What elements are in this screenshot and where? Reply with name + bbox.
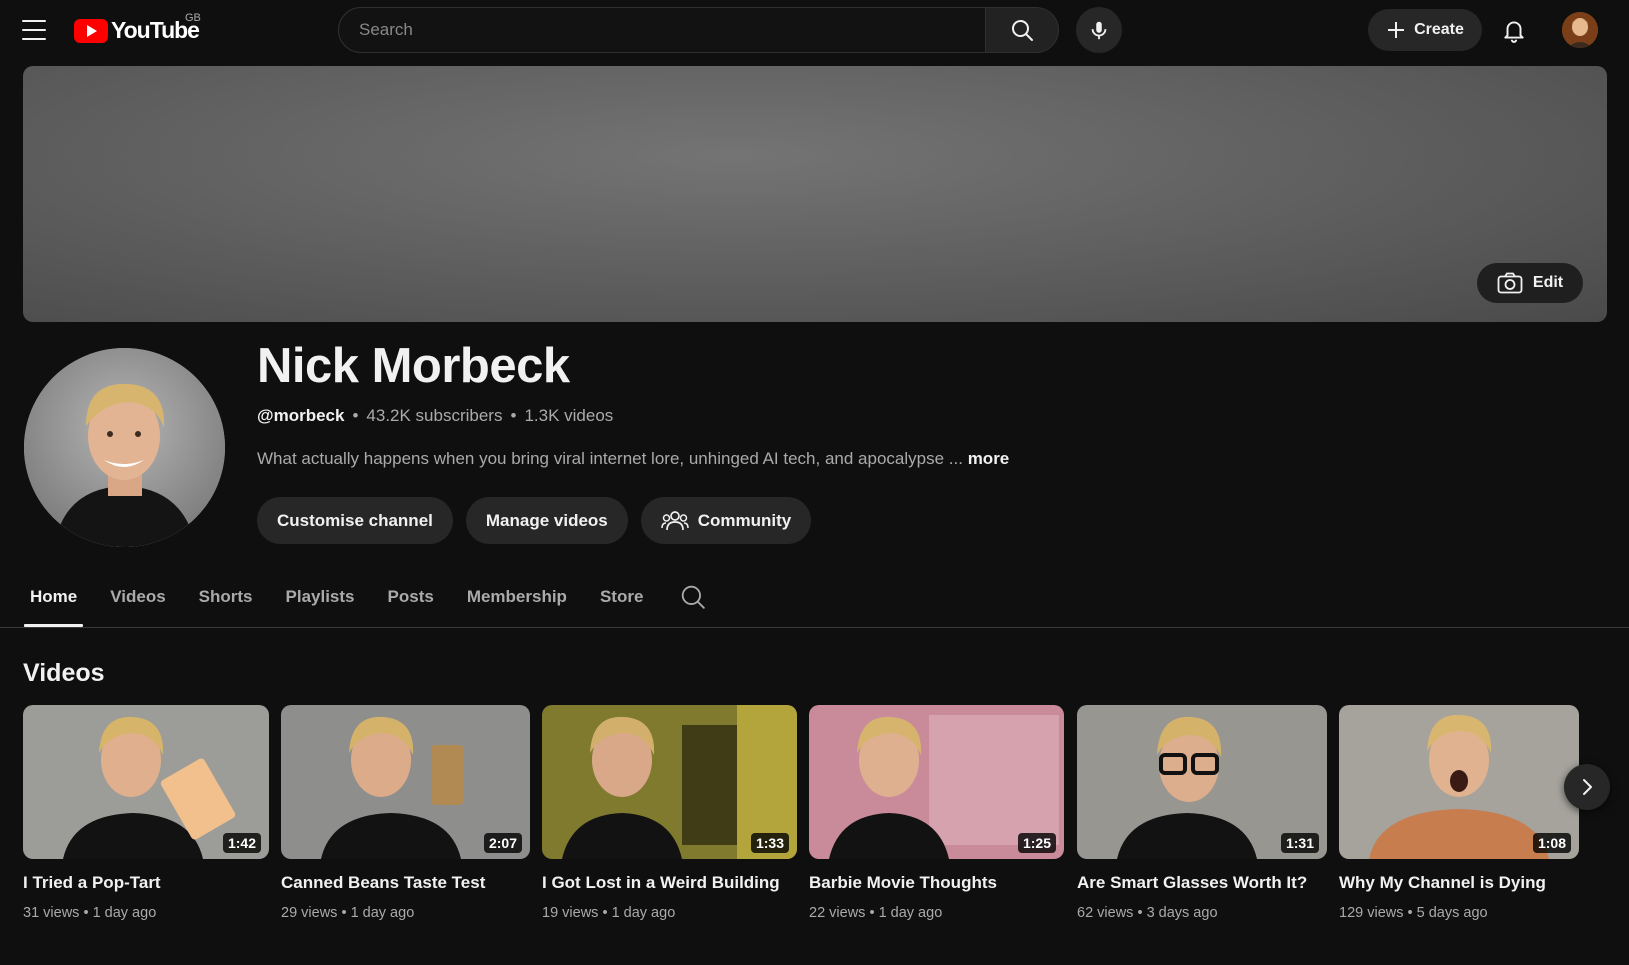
- tab-posts[interactable]: Posts: [382, 580, 440, 627]
- video-count: 1.3K videos: [524, 406, 614, 425]
- manage-videos-button[interactable]: Manage videos: [465, 497, 628, 544]
- channel-tabs: Home Videos Shorts Playlists Posts Membe…: [24, 580, 706, 627]
- top-bar: YouTube GB Create: [0, 0, 1629, 60]
- microphone-icon: [1091, 21, 1107, 40]
- upload-age: 1 day ago: [92, 905, 157, 921]
- subscriber-count: 43.2K subscribers: [366, 406, 503, 425]
- customise-channel-button[interactable]: Customise channel: [257, 497, 453, 544]
- search-input[interactable]: [359, 20, 985, 40]
- region-code: GB: [185, 12, 201, 24]
- video-thumbnail[interactable]: 1:42: [23, 705, 269, 859]
- search-icon: [1012, 20, 1033, 41]
- separator-dot: •: [352, 406, 359, 425]
- video-duration: 2:07: [483, 833, 522, 853]
- separator-dot: •: [510, 406, 517, 425]
- search-box: [338, 7, 986, 53]
- chevron-right-icon: [1583, 779, 1592, 795]
- view-count: 19 views: [542, 905, 599, 921]
- youtube-logo[interactable]: YouTube: [74, 17, 200, 44]
- video-title[interactable]: I Got Lost in a Weird Building: [542, 873, 797, 893]
- video-meta: 62 views • 3 days ago: [1077, 905, 1218, 921]
- video-card[interactable]: 2:07 Canned Beans Taste Test 29 views • …: [281, 705, 530, 921]
- channel-meta: @morbeck • 43.2K subscribers • 1.3K vide…: [257, 406, 613, 426]
- upload-age: 1 day ago: [878, 905, 943, 921]
- channel-search-button[interactable]: [680, 580, 706, 615]
- section-title: Videos: [23, 659, 105, 687]
- tab-home[interactable]: Home: [24, 580, 84, 627]
- manage-label: Manage videos: [485, 510, 608, 530]
- create-button[interactable]: Create: [1368, 9, 1482, 51]
- video-meta: 29 views • 1 day ago: [281, 905, 415, 921]
- channel-actions: Customise channel Manage videos Communit…: [257, 497, 812, 544]
- create-label: Create: [1414, 21, 1464, 38]
- voice-search-button[interactable]: [1076, 7, 1122, 53]
- people-icon: [661, 510, 689, 530]
- channel-description[interactable]: What actually happens when you bring vir…: [257, 449, 1009, 469]
- video-thumbnail[interactable]: 1:08: [1339, 705, 1579, 859]
- view-count: 31 views: [23, 905, 80, 921]
- avatar-image: [1562, 12, 1598, 48]
- video-card[interactable]: 1:25 Barbie Movie Thoughts 22 views • 1 …: [809, 705, 1064, 921]
- video-meta: 31 views • 1 day ago: [23, 905, 157, 921]
- channel-handle[interactable]: @morbeck: [257, 406, 344, 426]
- view-count: 62 views: [1077, 905, 1134, 921]
- description-text: What actually happens when you bring vir…: [257, 449, 963, 468]
- upload-age: 5 days ago: [1416, 905, 1488, 921]
- video-title[interactable]: I Tried a Pop-Tart: [23, 873, 269, 893]
- video-duration: 1:42: [222, 833, 261, 853]
- video-duration: 1:33: [750, 833, 789, 853]
- channel-banner: Edit: [23, 66, 1607, 322]
- video-duration: 1:08: [1532, 833, 1571, 853]
- video-duration: 1:31: [1280, 833, 1319, 853]
- camera-icon: [1497, 272, 1523, 294]
- video-meta: 19 views • 1 day ago: [542, 905, 676, 921]
- video-duration: 1:25: [1017, 833, 1056, 853]
- video-thumbnail[interactable]: 1:33: [542, 705, 797, 859]
- tab-store[interactable]: Store: [594, 580, 649, 627]
- view-count: 22 views: [809, 905, 866, 921]
- channel-avatar[interactable]: [24, 348, 225, 547]
- video-title[interactable]: Are Smart Glasses Worth It?: [1077, 873, 1327, 893]
- menu-icon[interactable]: [22, 20, 46, 40]
- video-card[interactable]: 1:33 I Got Lost in a Weird Building 19 v…: [542, 705, 797, 921]
- tab-playlists[interactable]: Playlists: [280, 580, 361, 627]
- video-card[interactable]: 1:42 I Tried a Pop-Tart 31 views • 1 day…: [23, 705, 269, 921]
- video-title[interactable]: Canned Beans Taste Test: [281, 873, 530, 893]
- search-icon: [682, 585, 706, 609]
- bell-icon: [1504, 21, 1524, 43]
- plus-icon: [1388, 22, 1405, 38]
- video-meta: 22 views • 1 day ago: [809, 905, 943, 921]
- more-link[interactable]: more: [968, 449, 1010, 468]
- search-button[interactable]: [986, 7, 1059, 53]
- tab-membership[interactable]: Membership: [461, 580, 573, 627]
- edit-label: Edit: [1532, 274, 1564, 291]
- community-button[interactable]: Community: [640, 497, 812, 544]
- notifications-button[interactable]: [1498, 14, 1530, 46]
- video-meta: 129 views • 5 days ago: [1339, 905, 1488, 921]
- video-thumbnail[interactable]: 1:31: [1077, 705, 1327, 859]
- upload-age: 3 days ago: [1146, 905, 1218, 921]
- channel-avatar-image: [24, 348, 225, 547]
- video-thumbnail[interactable]: 1:25: [809, 705, 1064, 859]
- account-avatar[interactable]: [1562, 12, 1598, 48]
- upload-age: 1 day ago: [611, 905, 676, 921]
- video-thumbnail[interactable]: 2:07: [281, 705, 530, 859]
- view-count: 129 views: [1339, 905, 1404, 921]
- next-videos-button[interactable]: [1564, 764, 1610, 810]
- video-card[interactable]: 1:31 Are Smart Glasses Worth It? 62 view…: [1077, 705, 1327, 921]
- tab-videos[interactable]: Videos: [104, 580, 171, 627]
- customise-label: Customise channel: [277, 510, 433, 530]
- video-title[interactable]: Why My Channel is Dying: [1339, 873, 1579, 893]
- community-label: Community: [697, 510, 792, 530]
- tab-shorts[interactable]: Shorts: [193, 580, 259, 627]
- video-card[interactable]: 1:08 Why My Channel is Dying 129 views •…: [1339, 705, 1579, 921]
- video-title[interactable]: Barbie Movie Thoughts: [809, 873, 1064, 893]
- view-count: 29 views: [281, 905, 338, 921]
- youtube-play-icon: [74, 18, 108, 43]
- channel-name: Nick Morbeck: [257, 339, 570, 393]
- edit-banner-button[interactable]: Edit: [1477, 263, 1583, 303]
- tabs-divider: [0, 627, 1629, 628]
- upload-age: 1 day ago: [350, 905, 415, 921]
